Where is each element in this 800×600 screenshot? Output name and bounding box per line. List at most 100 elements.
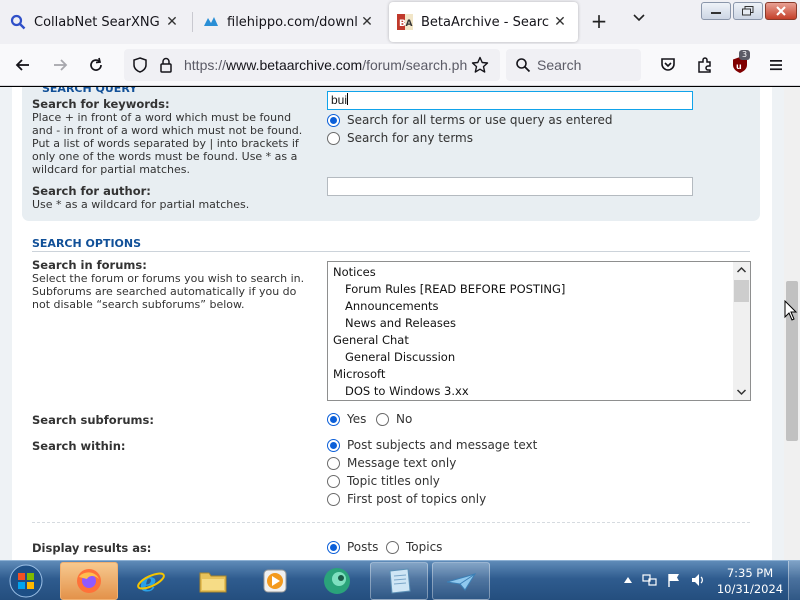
tab-separator [192,12,193,32]
explain-line: only one of the words must be found. Use… [32,150,298,163]
explain-line: Put a list of words separated by | into … [32,137,299,150]
arrow-right-icon [54,59,68,71]
radio-any-terms[interactable]: Search for any terms [327,131,473,145]
radio-label: Search for any terms [347,131,473,145]
close-window-button[interactable] [765,2,797,20]
forum-option[interactable]: Microsoft [328,366,750,383]
search-favicon-icon [10,14,26,30]
taskbar-app-plane[interactable] [432,562,490,600]
radio-button[interactable] [386,540,399,554]
forums-scrollbar[interactable] [733,262,750,400]
taskbar-firefox[interactable] [60,562,118,600]
radio-display-topics[interactable]: Topics [386,540,442,554]
radio-within-message-text[interactable]: Message text only [327,456,456,470]
forum-option[interactable]: Forum Rules [READ BEFORE POSTING] [328,281,750,298]
forum-option[interactable]: DOS to Windows 3.xx [328,383,750,400]
tab-bar: CollabNet SearXNG ✕ filehippo.com/downlo… [0,0,800,44]
scrollbar-thumb[interactable] [734,280,749,302]
shield-icon[interactable] [132,57,148,76]
radio-display-posts[interactable]: Posts [327,540,378,554]
radio-subforums-yes[interactable]: Yes [327,412,366,426]
close-tab-icon[interactable]: ✕ [162,12,182,32]
show-hidden-icons-button[interactable] [620,572,636,588]
forum-option[interactable]: Notices [328,264,750,281]
restore-window-button[interactable] [733,2,763,20]
explain-line: Subforums are searched automatically if … [32,285,297,298]
tab-title: BetaArchive - Search [421,14,550,30]
divider [32,522,750,523]
search-options-heading: SEARCH OPTIONS [32,237,142,250]
taskbar-media-player[interactable] [246,562,304,600]
minimize-window-button[interactable] [701,2,731,20]
radio-within-subjects-text[interactable]: Post subjects and message text [327,438,537,452]
system-clock[interactable]: 7:35 PM 10/31/2024 [716,565,784,597]
arrow-left-icon [15,59,29,71]
radio-button[interactable] [327,412,340,426]
forum-option[interactable]: Announcements [328,298,750,315]
radio-button[interactable] [327,131,340,145]
author-explanation: Use * as a wildcard for partial matches. [32,198,250,211]
reload-button[interactable] [83,52,109,78]
within-label: Search within: [32,439,126,453]
radio-button[interactable] [327,492,340,506]
tab-searxng[interactable]: CollabNet SearXNG ✕ [2,2,190,42]
navigation-toolbar: https://www.betaarchive.com/forum/search… [0,44,800,86]
web-search-box[interactable]: Search [506,49,641,81]
minimize-icon [711,12,721,14]
radio-within-topic-titles[interactable]: Topic titles only [327,474,440,488]
url-text[interactable]: https://www.betaarchive.com/forum/search… [184,57,474,73]
chevron-down-icon [633,14,645,22]
radio-button[interactable] [327,113,340,127]
network-tray-icon[interactable] [642,572,658,588]
forum-option[interactable]: News and Releases [328,315,750,332]
chevron-down-icon[interactable] [736,387,747,397]
start-button[interactable] [6,562,46,600]
lock-icon[interactable] [159,57,173,76]
tab-betaarchive[interactable]: BA BetaArchive - Search ✕ [389,2,578,42]
radio-button[interactable] [327,456,340,470]
search-form-panel: SEARCH QUERY Search for keywords: Place … [12,87,772,560]
extensions-button[interactable] [692,52,718,78]
back-button[interactable] [10,52,36,78]
list-all-tabs-button[interactable] [628,11,650,33]
chevron-up-icon[interactable] [736,265,747,275]
radio-button[interactable] [327,438,340,452]
taskbar-app-notepad[interactable] [370,562,428,600]
explain-line: wildcard for partial matches. [32,163,191,176]
pocket-button[interactable] [655,52,681,78]
ublock-extension-button[interactable]: u 3 [727,50,753,78]
folder-icon [199,572,227,593]
radio-all-terms[interactable]: Search for all terms or use query as ent… [327,113,613,127]
forward-button[interactable] [47,52,73,78]
close-tab-icon[interactable]: ✕ [357,12,377,32]
radio-subforums-no[interactable]: No [376,412,412,426]
taskbar-internet-explorer[interactable]: e [122,562,180,600]
tab-title: filehippo.com/download_ [227,14,357,30]
app-menu-button[interactable] [763,52,789,78]
url-scheme: https:// [184,57,227,73]
show-desktop-button[interactable] [788,561,800,600]
tab-filehippo[interactable]: filehippo.com/download_ ✕ [195,2,385,42]
page-scrollbar[interactable] [784,87,800,560]
bookmark-star-icon[interactable] [471,56,489,77]
radio-within-first-post[interactable]: First post of topics only [327,492,486,506]
taskbar-app-teal[interactable] [308,562,366,600]
radio-button[interactable] [327,540,340,554]
keywords-input[interactable]: bui [327,91,693,110]
taskbar-file-explorer[interactable] [184,562,242,600]
new-tab-button[interactable]: + [588,11,610,33]
forum-option[interactable]: General Discussion [328,349,750,366]
forums-multiselect[interactable]: Notices Forum Rules [READ BEFORE POSTING… [327,261,751,401]
url-bar[interactable]: https://www.betaarchive.com/forum/search… [124,49,500,81]
close-tab-icon[interactable]: ✕ [550,12,570,32]
radio-button[interactable] [376,412,389,426]
volume-tray-icon[interactable] [690,572,706,588]
author-input[interactable] [327,177,693,196]
radio-label: Topic titles only [347,474,440,488]
action-center-flag-icon[interactable] [666,572,682,588]
radio-button[interactable] [327,474,340,488]
text-caret [347,93,349,105]
internet-explorer-icon: e [137,568,165,596]
forum-option[interactable]: General Chat [328,332,750,349]
keywords-label: Search for keywords: [32,97,170,111]
